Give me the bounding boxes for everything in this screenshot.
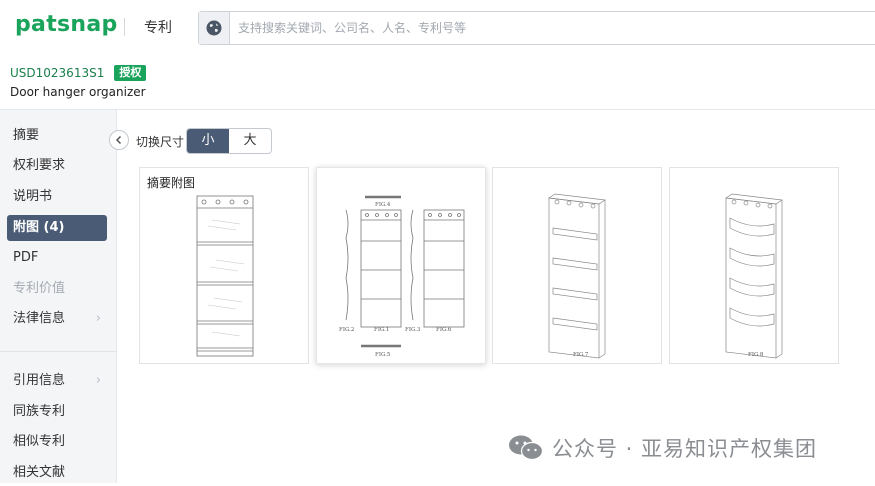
sidebar-item-abstract[interactable]: 摘要 [7,123,107,149]
figure-drawing: FIG.7 [548,193,606,359]
chevron-right-icon: › [95,373,101,388]
size-option-small[interactable]: 小 [187,129,229,153]
wechat-watermark: 公众号 · 亚易知识产权集团 [508,433,817,463]
section-patent-label[interactable]: 专利 [144,17,172,37]
sidebar-item-patent-value: 专利价值 [13,281,66,296]
sidebar-item-pdf[interactable]: PDF [7,245,107,271]
figure-card-fig7[interactable]: FIG.7 [492,167,662,364]
figure-label: FIG.2 [339,327,354,333]
top-header: patsnap 专利 [0,0,875,56]
search-bar[interactable] [198,11,875,45]
sidebar-item-legal-info[interactable]: 法律信息 › [7,306,107,332]
sidebar-item-family[interactable]: 同族专利 [7,399,107,425]
figure-label: FIG.7 [573,352,589,358]
globe-icon[interactable] [199,12,230,44]
collapse-sidebar-button[interactable] [109,130,129,150]
figure-drawing: FIG.4 FIG.2 FIG.1 FIG.3 FIG.6 FIG.5 [339,195,465,358]
sidebar-item-claims[interactable]: 权利要求 [7,153,107,179]
header-divider-line [0,109,875,110]
search-input[interactable] [238,12,858,44]
size-toggle-label: 切换尺寸 [136,135,185,149]
figure-card-views[interactable]: FIG.4 FIG.2 FIG.1 FIG.3 FIG.6 FIG.5 [316,167,486,364]
size-option-large[interactable]: 大 [229,129,271,153]
figure-card-fig8[interactable]: FIG.8 [669,167,839,364]
sidebar-item-related-docs[interactable]: 相关文献 [7,460,107,486]
figure-label: FIG.1 [374,327,389,333]
chevron-right-icon: › [95,311,101,326]
patent-number: USD1023613S1 [10,65,105,80]
sidebar-item-label: 引用信息 [13,373,66,388]
figure-drawing [196,195,254,357]
sidebar-item-citations[interactable]: 引用信息 › [7,368,107,394]
sidebar-nav: 摘要 权利要求 说明书 附图 (4) PDF 专利价值 法律信息 › 引用信息 … [0,110,117,483]
figure-card-abstract[interactable]: 摘要附图 [139,167,309,364]
patent-number-row: USD1023613S1 授权 [10,64,147,81]
sidebar-divider [0,351,117,352]
size-toggle[interactable]: 小 大 [186,128,272,154]
figure-label: FIG.6 [436,327,452,333]
figure-label: FIG.4 [375,202,391,208]
status-badge: 授权 [114,64,147,81]
sidebar-item-figures[interactable]: 附图 (4) [7,215,107,241]
figure-drawing: FIG.8 [725,193,783,359]
watermark-text: 公众号 · 亚易知识产权集团 [552,437,818,461]
patent-title: Door hanger organizer [10,85,146,99]
patsnap-logo[interactable]: patsnap [15,12,118,37]
sidebar-item-label: 法律信息 [13,311,66,326]
header-divider [124,18,125,36]
sidebar-item-description[interactable]: 说明书 [7,184,107,210]
figure-label: FIG.8 [748,352,764,358]
figure-label: FIG.3 [405,327,421,333]
wechat-icon [509,435,544,461]
figure-label: FIG.5 [375,352,391,358]
sidebar-item-similar[interactable]: 相似专利 [7,429,107,455]
chevron-left-icon [115,135,122,145]
